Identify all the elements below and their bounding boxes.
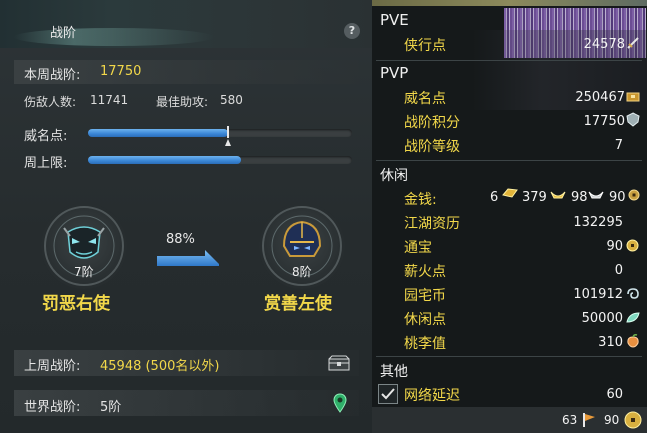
checkmark-icon bbox=[381, 388, 395, 400]
kills-label: 伤敌人数: bbox=[24, 95, 77, 109]
assists-value: 580 bbox=[220, 93, 243, 107]
weekly-cap-progress-bar bbox=[88, 156, 352, 164]
coin-icon bbox=[626, 239, 639, 252]
copper-coin-icon bbox=[628, 189, 640, 201]
sword-icon bbox=[627, 37, 639, 49]
location-pin-icon[interactable] bbox=[333, 393, 347, 413]
assists-label: 最佳助攻: bbox=[156, 95, 209, 109]
stat-value-weiming: 250467 bbox=[575, 90, 625, 105]
money-yin: 98 bbox=[571, 190, 588, 205]
world-rank-label: 世界战阶: bbox=[24, 400, 81, 415]
right-arrow-icon bbox=[157, 250, 219, 266]
flag-icon bbox=[583, 413, 595, 427]
bottom-value-a: 63 bbox=[562, 413, 578, 427]
prestige-marker-icon bbox=[224, 126, 231, 146]
bottom-bar: 63 90 bbox=[372, 407, 647, 433]
weekly-rank-value: 17750 bbox=[100, 64, 142, 79]
leaf-icon bbox=[626, 312, 640, 323]
prestige-progress-fill bbox=[88, 129, 228, 137]
currency-panel: PVE 侠行点 24578 PVP 威名点 250467 战阶积分 17750 … bbox=[372, 0, 647, 433]
money-label: 金钱: bbox=[404, 192, 437, 208]
crest-icon bbox=[626, 112, 640, 127]
section-divider bbox=[376, 60, 642, 61]
rank-progress-percent: 88% bbox=[166, 232, 195, 247]
latency-label: 网络延迟 bbox=[404, 388, 460, 404]
pvp-section-title: PVP bbox=[380, 64, 409, 82]
next-rank-level: 8阶 bbox=[292, 265, 312, 279]
leisure-section-title: 休闲 bbox=[380, 168, 408, 184]
swirl-icon bbox=[627, 288, 639, 299]
stat-name-xiaxing: 侠行点 bbox=[404, 38, 446, 54]
stat-name-zhanjie-dengji: 战阶等级 bbox=[404, 139, 460, 155]
section-divider bbox=[376, 160, 642, 161]
treasure-chest-icon[interactable] bbox=[328, 355, 350, 371]
panel-title: 战阶 bbox=[50, 26, 77, 41]
latency-value: 60 bbox=[606, 387, 623, 402]
pve-section-title: PVE bbox=[380, 11, 409, 29]
stat-name-weiming: 威名点 bbox=[404, 91, 446, 107]
next-rank-name: 赏善左使 bbox=[264, 294, 332, 314]
weekly-rank-label: 本周战阶: bbox=[24, 68, 81, 83]
kills-value: 11741 bbox=[90, 93, 129, 107]
world-rank-value: 5阶 bbox=[100, 400, 122, 415]
prestige-progress-bar bbox=[88, 129, 352, 137]
stat-name-xinhuo: 薪火点 bbox=[404, 264, 446, 280]
other-section-title: 其他 bbox=[380, 364, 408, 380]
money-tong: 90 bbox=[609, 190, 626, 205]
last-week-label: 上周战阶: bbox=[24, 359, 81, 374]
coin-icon bbox=[624, 411, 642, 429]
money-zhuan: 6 bbox=[490, 190, 499, 205]
latency-checkbox[interactable] bbox=[378, 384, 398, 404]
stat-name-tongbao: 通宝 bbox=[404, 240, 432, 256]
stat-value-xinhuo: 0 bbox=[614, 263, 623, 278]
current-rank-level: 7阶 bbox=[74, 265, 94, 279]
bottom-value-b: 90 bbox=[604, 413, 620, 427]
stat-value-zhanjie-dengji: 7 bbox=[614, 138, 623, 153]
stat-name-jianghu: 江湖资历 bbox=[404, 216, 460, 232]
weekly-cap-label: 周上限: bbox=[24, 156, 68, 171]
stat-name-yuanzhai: 园宅币 bbox=[404, 288, 446, 304]
stat-value-tongbao: 90 bbox=[606, 239, 623, 254]
section-divider bbox=[376, 356, 642, 357]
stat-value-jianghu: 132295 bbox=[573, 215, 623, 230]
stat-value-taoli: 310 bbox=[598, 335, 623, 350]
gold-ingot-icon bbox=[550, 191, 566, 199]
panel-header: 战阶 ? bbox=[0, 0, 372, 48]
stat-value-yuanzhai: 101912 bbox=[573, 287, 623, 302]
prestige-label: 威名点: bbox=[24, 129, 68, 144]
current-rank-name: 罚恶右使 bbox=[42, 294, 110, 314]
stat-name-zhanjie-jifen: 战阶积分 bbox=[404, 115, 460, 131]
money-jin: 379 bbox=[522, 190, 547, 205]
header-decoration bbox=[14, 28, 214, 46]
top-strip bbox=[372, 0, 647, 6]
stat-value-zhanjie-jifen: 17750 bbox=[583, 114, 625, 129]
help-button[interactable]: ? bbox=[344, 23, 360, 39]
stat-name-taoli: 桃李值 bbox=[404, 336, 446, 352]
peach-icon bbox=[627, 334, 639, 348]
stat-value-xiuxian: 50000 bbox=[581, 311, 623, 326]
silver-ingot-icon bbox=[588, 191, 604, 199]
rank-panel: 战阶 ? 本周战阶: 17750 伤敌人数: 11741 最佳助攻: 580 威… bbox=[0, 0, 372, 433]
weekly-cap-progress-fill bbox=[88, 156, 242, 164]
chest-icon bbox=[626, 92, 640, 102]
stat-value-xiaxing: 24578 bbox=[583, 37, 625, 52]
last-week-value: 45948 (500名以外) bbox=[100, 359, 220, 374]
gold-brick-icon bbox=[502, 188, 518, 198]
stat-name-xiuxian: 休闲点 bbox=[404, 312, 446, 328]
